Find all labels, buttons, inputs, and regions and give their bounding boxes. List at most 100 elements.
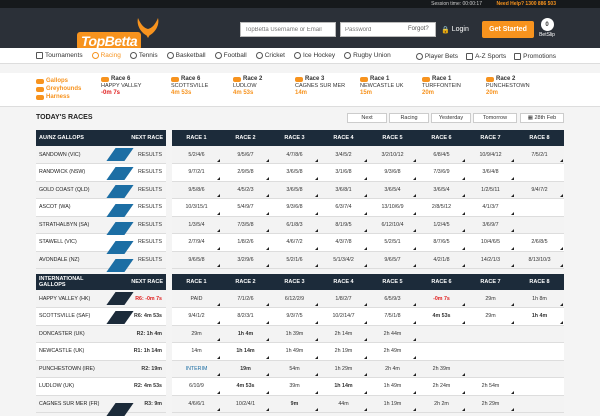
race-result-cell[interactable]: 54m: [270, 360, 319, 378]
nav-item-tournaments[interactable]: Tournaments: [36, 52, 83, 59]
race-result-cell[interactable]: 2h 24m: [417, 377, 466, 396]
race-result-cell[interactable]: 4/5/2/3: [221, 181, 270, 199]
topbetta-logo[interactable]: TopBetta: [37, 12, 159, 50]
race-result-cell[interactable]: 44m: [319, 395, 368, 413]
race-result-cell[interactable]: PAID: [172, 290, 221, 308]
table-row[interactable]: HAPPY VALLEY (HK) R6: -0m 7s: [36, 290, 166, 308]
tomorrow-button[interactable]: Tomorrow: [473, 113, 517, 123]
race-result-cell[interactable]: 6/1/8/3: [270, 216, 319, 234]
next-race-card[interactable]: Race 1 NEWCASTLE UK 15m: [360, 76, 424, 96]
racing-button[interactable]: Racing: [389, 113, 429, 123]
race-result-cell[interactable]: 19m: [221, 360, 270, 378]
race-result-cell[interactable]: 2/9/5/8: [221, 163, 270, 182]
race-result-cell[interactable]: 1h 4m: [221, 325, 270, 343]
race-result-cell[interactable]: 8/13/10/3: [515, 251, 564, 269]
race-result-cell[interactable]: 9m: [270, 395, 319, 413]
race-result-cell[interactable]: 2h 14m: [319, 325, 368, 343]
race-result-cell[interactable]: 10/2/4/1: [221, 395, 270, 413]
table-row[interactable]: GOLD COAST (QLD) RESULTS: [36, 181, 166, 199]
venue-name[interactable]: ASCOT (WA): [36, 198, 114, 217]
next-race-card[interactable]: Race 3 CAGNES SUR MER 14m: [295, 76, 359, 96]
venue-name[interactable]: NEWCASTLE (UK): [36, 342, 114, 361]
date-picker[interactable]: ▦ 28th Feb: [520, 113, 564, 123]
race-result-cell[interactable]: 9/6/5/7: [368, 251, 417, 269]
race-result-cell[interactable]: 1/8/2/7: [319, 290, 368, 308]
login-button[interactable]: 🔒 Login: [441, 22, 475, 37]
race-result-cell[interactable]: 2h 29m: [466, 395, 515, 413]
next-race-cell[interactable]: R2: 1h 4m: [114, 325, 166, 343]
venue-name[interactable]: RANDWICK (NSW): [36, 163, 114, 182]
table-row[interactable]: NEWCASTLE (UK) R1: 1h 14m: [36, 342, 166, 361]
race-result-cell[interactable]: 4/3/7/8: [319, 233, 368, 252]
venue-name[interactable]: STAWELL (VIC): [36, 233, 114, 252]
race-result-cell[interactable]: 7/3/6/9: [417, 163, 466, 182]
race-result-cell[interactable]: 9/5/8/6: [172, 181, 221, 199]
race-result-cell[interactable]: 1h 8m: [515, 290, 564, 308]
help-phone-link[interactable]: Need Help? 1300 886 503: [497, 1, 556, 7]
race-result-cell[interactable]: 2/7/9/4: [172, 233, 221, 252]
table-row[interactable]: ASCOT (WA) RESULTS: [36, 198, 166, 217]
race-type-harness[interactable]: Harness: [36, 93, 81, 101]
yesterday-button[interactable]: Yesterday: [431, 113, 471, 123]
race-result-cell[interactable]: 2h 44m: [368, 325, 417, 343]
get-started-button[interactable]: Get Started: [482, 21, 534, 38]
venue-name[interactable]: PUNCHESTOWN (IRE): [36, 360, 114, 378]
race-type-gallops[interactable]: Gallops: [36, 77, 81, 85]
venue-name[interactable]: AVONDALE (NZ): [36, 251, 114, 269]
race-result-cell[interactable]: 1/3/5/4: [172, 216, 221, 234]
race-result-cell[interactable]: 2h 4m: [368, 360, 417, 378]
race-result-cell[interactable]: 6/12/10/4: [368, 216, 417, 234]
race-result-cell[interactable]: 10/4/6/5: [466, 233, 515, 252]
next-race-cell[interactable]: R2: 4m 53s: [114, 377, 166, 396]
race-result-cell[interactable]: 7/3/5/8: [221, 216, 270, 234]
nav-item-rugby-union[interactable]: Rugby Union: [344, 52, 391, 59]
race-result-cell[interactable]: 13/10/6/9: [368, 198, 417, 217]
race-result-cell[interactable]: 4/1/3/7: [466, 198, 515, 217]
nav-item-basketball[interactable]: Basketball: [166, 52, 206, 59]
race-result-cell[interactable]: 6/3/7/4: [319, 198, 368, 217]
race-result-cell[interactable]: 2h 49m: [368, 342, 417, 361]
race-result-cell[interactable]: 9/6/5/8: [172, 251, 221, 269]
race-result-cell[interactable]: 8/7/6/5: [417, 233, 466, 252]
nav-item-cricket[interactable]: Cricket: [255, 52, 285, 59]
race-result-cell[interactable]: 2h 19m: [319, 342, 368, 361]
next-race-cell[interactable]: R2: 19m: [114, 360, 166, 378]
race-result-cell[interactable]: 1h 39m: [270, 325, 319, 343]
venue-name[interactable]: LUDLOW (UK): [36, 377, 114, 396]
race-result-cell[interactable]: 6/10/9: [172, 377, 221, 396]
race-result-cell[interactable]: 8/2/3/1: [221, 307, 270, 326]
race-result-cell[interactable]: 5/2/4/6: [172, 146, 221, 164]
table-row[interactable]: LUDLOW (UK) R2: 4m 53s: [36, 377, 166, 396]
race-result-cell[interactable]: 6/5/9/3: [368, 290, 417, 308]
venue-name[interactable]: STRATHALBYN (SA): [36, 216, 114, 234]
venue-name[interactable]: GOLD COAST (QLD): [36, 181, 114, 199]
race-result-cell[interactable]: 4/2/1/8: [417, 251, 466, 269]
venue-name[interactable]: CAGNES SUR MER (FR): [36, 395, 114, 413]
username-input[interactable]: [240, 22, 336, 37]
next-race-card[interactable]: Race 6 SCOTTSVILLE 4m 53s: [171, 76, 235, 96]
race-result-cell[interactable]: 3/6/5/4: [368, 181, 417, 199]
race-result-cell[interactable]: 7/5/1/8: [368, 307, 417, 326]
race-result-cell[interactable]: 5/4/9/7: [221, 198, 270, 217]
race-result-cell[interactable]: 6/12/2/9: [270, 290, 319, 308]
race-result-cell[interactable]: 6/8/4/5: [417, 146, 466, 164]
race-result-cell[interactable]: 7/5/2/1: [515, 146, 564, 164]
race-result-cell[interactable]: 4/7/8/6: [270, 146, 319, 164]
table-row[interactable]: SANDOWN (VIC) RESULTS: [36, 146, 166, 164]
race-result-cell[interactable]: 2h 54m: [466, 377, 515, 396]
venue-name[interactable]: SANDOWN (VIC): [36, 146, 114, 164]
nav-item-promotions[interactable]: Promotions: [514, 52, 556, 60]
race-result-cell[interactable]: 2h 2m: [417, 395, 466, 413]
table-row[interactable]: AVONDALE (NZ) RESULTS: [36, 251, 166, 269]
betslip-button[interactable]: 0 BetSlip: [538, 18, 556, 38]
table-row[interactable]: RANDWICK (NSW) RESULTS: [36, 163, 166, 182]
race-result-cell[interactable]: -0m 7s: [417, 290, 466, 308]
race-result-cell[interactable]: 2h 39m: [417, 360, 466, 378]
table-row[interactable]: SCOTTSVILLE (SAF) R6: 4m 53s: [36, 307, 166, 326]
table-row[interactable]: PUNCHESTOWN (IRE) R2: 19m: [36, 360, 166, 378]
next-race-card[interactable]: Race 6 HAPPY VALLEY -0m 7s: [101, 76, 165, 96]
race-result-cell[interactable]: 10/2/14/7: [319, 307, 368, 326]
race-result-cell[interactable]: 14m: [172, 342, 221, 361]
race-result-cell[interactable]: 39m: [270, 377, 319, 396]
race-result-cell[interactable]: 3/4/5/2: [319, 146, 368, 164]
